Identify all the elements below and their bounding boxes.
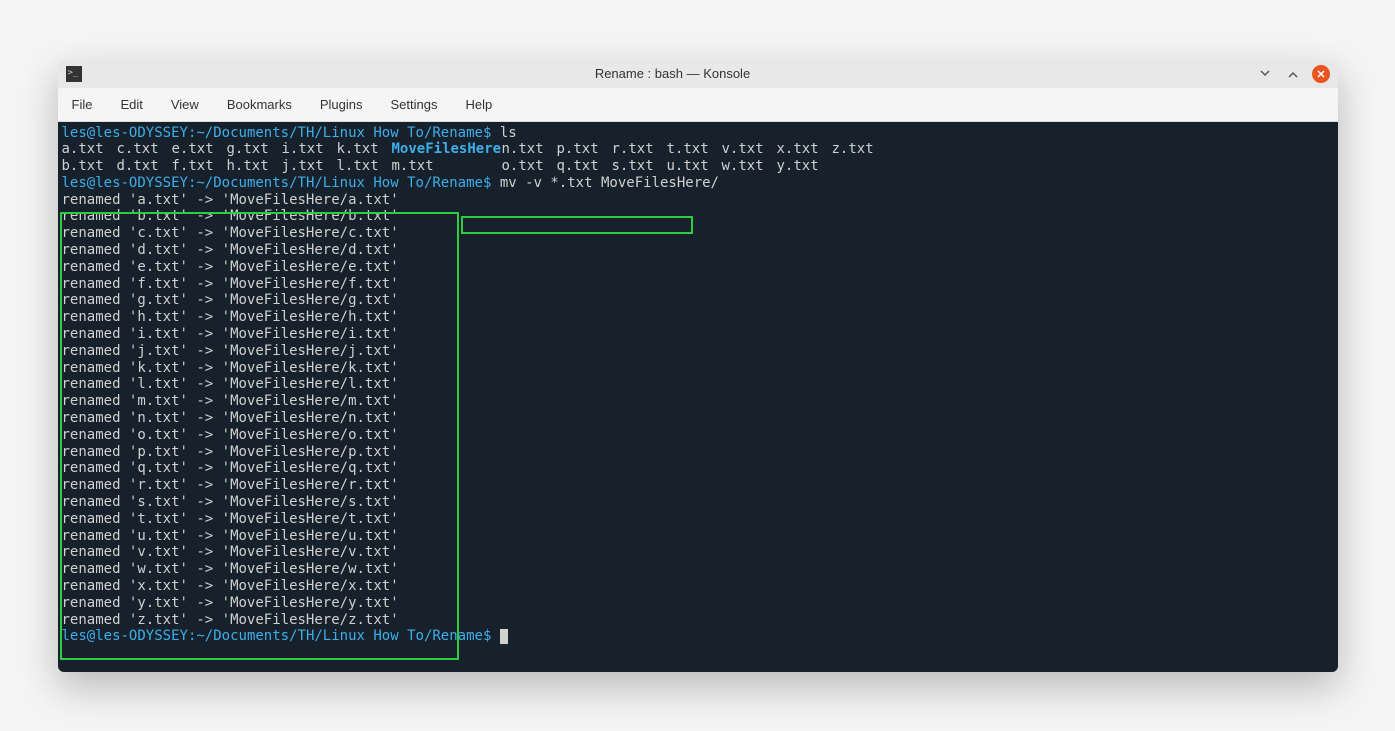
- rename-line: renamed 't.txt' -> 'MoveFilesHere/t.txt': [62, 511, 1334, 528]
- cursor: [500, 629, 508, 644]
- rename-line: renamed 'w.txt' -> 'MoveFilesHere/w.txt': [62, 561, 1334, 578]
- rename-line: renamed 'u.txt' -> 'MoveFilesHere/u.txt': [62, 528, 1334, 545]
- rename-line: renamed 'l.txt' -> 'MoveFilesHere/l.txt': [62, 376, 1334, 393]
- menu-view[interactable]: View: [157, 93, 213, 116]
- ls-row-2: b.txtd.txtf.txth.txtj.txtl.txtm.txto.txt…: [62, 158, 1334, 175]
- terminal-icon: [66, 66, 82, 82]
- rename-line: renamed 'o.txt' -> 'MoveFilesHere/o.txt': [62, 427, 1334, 444]
- rename-line: renamed 'r.txt' -> 'MoveFilesHere/r.txt': [62, 477, 1334, 494]
- rename-line: renamed 'm.txt' -> 'MoveFilesHere/m.txt': [62, 393, 1334, 410]
- window-controls: [1256, 65, 1330, 83]
- prompt-line-2: les@les-ODYSSEY:~/Documents/TH/Linux How…: [62, 175, 1334, 192]
- rename-line: renamed 'd.txt' -> 'MoveFilesHere/d.txt': [62, 242, 1334, 259]
- prompt-path: ~/Documents/TH/Linux How To/Rename: [196, 125, 483, 141]
- menu-plugins[interactable]: Plugins: [306, 93, 377, 116]
- konsole-window: Rename : bash — Konsole File Edit View B…: [58, 60, 1338, 672]
- rename-line: renamed 'h.txt' -> 'MoveFilesHere/h.txt': [62, 309, 1334, 326]
- rename-line: renamed 'v.txt' -> 'MoveFilesHere/v.txt': [62, 544, 1334, 561]
- menu-bookmarks[interactable]: Bookmarks: [213, 93, 306, 116]
- rename-line: renamed 'p.txt' -> 'MoveFilesHere/p.txt': [62, 444, 1334, 461]
- titlebar[interactable]: Rename : bash — Konsole: [58, 60, 1338, 88]
- rename-line: renamed 'k.txt' -> 'MoveFilesHere/k.txt': [62, 360, 1334, 377]
- rename-line: renamed 'y.txt' -> 'MoveFilesHere/y.txt': [62, 595, 1334, 612]
- rename-line: renamed 's.txt' -> 'MoveFilesHere/s.txt': [62, 494, 1334, 511]
- rename-line: renamed 'c.txt' -> 'MoveFilesHere/c.txt': [62, 225, 1334, 242]
- prompt-line-3: les@les-ODYSSEY:~/Documents/TH/Linux How…: [62, 628, 1334, 645]
- menu-edit[interactable]: Edit: [106, 93, 156, 116]
- menu-settings[interactable]: Settings: [376, 93, 451, 116]
- rename-line: renamed 'a.txt' -> 'MoveFilesHere/a.txt': [62, 192, 1334, 209]
- ls-row-1: a.txtc.txte.txtg.txti.txtk.txtMoveFilesH…: [62, 141, 1334, 158]
- rename-line: renamed 'j.txt' -> 'MoveFilesHere/j.txt': [62, 343, 1334, 360]
- maximize-button[interactable]: [1284, 65, 1302, 83]
- prompt-userhost: les@les-ODYSSEY: [62, 125, 188, 141]
- mv-output: renamed 'a.txt' -> 'MoveFilesHere/a.txt'…: [62, 192, 1334, 629]
- rename-line: renamed 'x.txt' -> 'MoveFilesHere/x.txt': [62, 578, 1334, 595]
- menu-help[interactable]: Help: [451, 93, 506, 116]
- command-mv: mv -v *.txt MoveFilesHere/: [500, 175, 719, 191]
- menu-file[interactable]: File: [58, 93, 107, 116]
- rename-line: renamed 'i.txt' -> 'MoveFilesHere/i.txt': [62, 326, 1334, 343]
- dir-movefileshere: MoveFilesHere: [392, 141, 502, 158]
- rename-line: renamed 'z.txt' -> 'MoveFilesHere/z.txt': [62, 612, 1334, 629]
- close-button[interactable]: [1312, 65, 1330, 83]
- rename-line: renamed 'n.txt' -> 'MoveFilesHere/n.txt': [62, 410, 1334, 427]
- terminal-viewport[interactable]: les@les-ODYSSEY:~/Documents/TH/Linux How…: [58, 122, 1338, 672]
- rename-line: renamed 'b.txt' -> 'MoveFilesHere/b.txt': [62, 208, 1334, 225]
- command-ls: ls: [500, 125, 517, 141]
- rename-line: renamed 'g.txt' -> 'MoveFilesHere/g.txt': [62, 292, 1334, 309]
- rename-line: renamed 'f.txt' -> 'MoveFilesHere/f.txt': [62, 276, 1334, 293]
- rename-line: renamed 'e.txt' -> 'MoveFilesHere/e.txt': [62, 259, 1334, 276]
- prompt-line-1: les@les-ODYSSEY:~/Documents/TH/Linux How…: [62, 125, 1334, 142]
- window-title: Rename : bash — Konsole: [90, 66, 1256, 81]
- minimize-button[interactable]: [1256, 65, 1274, 83]
- rename-line: renamed 'q.txt' -> 'MoveFilesHere/q.txt': [62, 460, 1334, 477]
- menubar: File Edit View Bookmarks Plugins Setting…: [58, 88, 1338, 122]
